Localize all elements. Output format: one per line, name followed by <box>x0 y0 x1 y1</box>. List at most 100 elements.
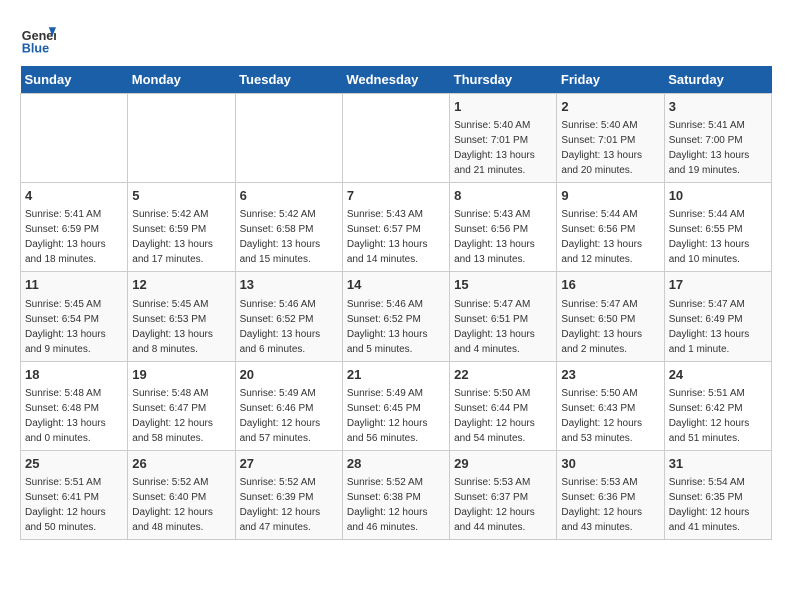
day-number: 21 <box>347 366 445 384</box>
day-number: 4 <box>25 187 123 205</box>
calendar-cell: 24 Sunrise: 5:51 AMSunset: 6:42 PMDayligh… <box>664 361 771 450</box>
day-number: 27 <box>240 455 338 473</box>
day-number: 5 <box>132 187 230 205</box>
calendar-cell: 31 Sunrise: 5:54 AMSunset: 6:35 PMDayligh… <box>664 450 771 539</box>
day-number: 23 <box>561 366 659 384</box>
calendar-cell: 15 Sunrise: 5:47 AMSunset: 6:51 PMDayligh… <box>450 272 557 361</box>
calendar-cell: 5 Sunrise: 5:42 AMSunset: 6:59 PMDaylight… <box>128 183 235 272</box>
day-info: Sunrise: 5:48 AMSunset: 6:47 PMDaylight:… <box>132 386 230 446</box>
day-info: Sunrise: 5:43 AMSunset: 6:56 PMDaylight:… <box>454 207 552 267</box>
day-info: Sunrise: 5:52 AMSunset: 6:40 PMDaylight:… <box>132 475 230 535</box>
calendar-cell <box>128 94 235 183</box>
day-info: Sunrise: 5:51 AMSunset: 6:42 PMDaylight:… <box>669 386 767 446</box>
day-number: 15 <box>454 276 552 294</box>
day-info: Sunrise: 5:49 AMSunset: 6:46 PMDaylight:… <box>240 386 338 446</box>
day-info: Sunrise: 5:45 AMSunset: 6:53 PMDaylight:… <box>132 297 230 357</box>
day-number: 8 <box>454 187 552 205</box>
day-number: 3 <box>669 98 767 116</box>
day-number: 22 <box>454 366 552 384</box>
day-number: 31 <box>669 455 767 473</box>
day-number: 28 <box>347 455 445 473</box>
logo-icon: General Blue <box>20 20 56 56</box>
calendar-cell: 6 Sunrise: 5:42 AMSunset: 6:58 PMDaylight… <box>235 183 342 272</box>
day-info: Sunrise: 5:47 AMSunset: 6:49 PMDaylight:… <box>669 297 767 357</box>
day-number: 11 <box>25 276 123 294</box>
day-info: Sunrise: 5:47 AMSunset: 6:51 PMDaylight:… <box>454 297 552 357</box>
day-info: Sunrise: 5:40 AMSunset: 7:01 PMDaylight:… <box>454 118 552 178</box>
calendar-cell: 9 Sunrise: 5:44 AMSunset: 6:56 PMDaylight… <box>557 183 664 272</box>
calendar-cell: 1 Sunrise: 5:40 AMSunset: 7:01 PMDaylight… <box>450 94 557 183</box>
calendar-cell: 12 Sunrise: 5:45 AMSunset: 6:53 PMDayligh… <box>128 272 235 361</box>
calendar-cell: 11 Sunrise: 5:45 AMSunset: 6:54 PMDayligh… <box>21 272 128 361</box>
day-number: 12 <box>132 276 230 294</box>
day-info: Sunrise: 5:45 AMSunset: 6:54 PMDaylight:… <box>25 297 123 357</box>
day-number: 24 <box>669 366 767 384</box>
day-info: Sunrise: 5:49 AMSunset: 6:45 PMDaylight:… <box>347 386 445 446</box>
day-info: Sunrise: 5:46 AMSunset: 6:52 PMDaylight:… <box>347 297 445 357</box>
calendar-cell: 4 Sunrise: 5:41 AMSunset: 6:59 PMDaylight… <box>21 183 128 272</box>
calendar-cell: 22 Sunrise: 5:50 AMSunset: 6:44 PMDayligh… <box>450 361 557 450</box>
calendar-cell: 3 Sunrise: 5:41 AMSunset: 7:00 PMDaylight… <box>664 94 771 183</box>
day-number: 13 <box>240 276 338 294</box>
day-number: 29 <box>454 455 552 473</box>
day-info: Sunrise: 5:44 AMSunset: 6:56 PMDaylight:… <box>561 207 659 267</box>
calendar-cell: 18Sunrise: 5:48 AMSunset: 6:48 PMDayligh… <box>21 361 128 450</box>
col-header-saturday: Saturday <box>664 66 771 94</box>
day-number: 6 <box>240 187 338 205</box>
svg-text:Blue: Blue <box>22 41 49 55</box>
day-info: Sunrise: 5:53 AMSunset: 6:37 PMDaylight:… <box>454 475 552 535</box>
day-number: 30 <box>561 455 659 473</box>
calendar-week-row: 25 Sunrise: 5:51 AMSunset: 6:41 PMDayligh… <box>21 450 772 539</box>
calendar-cell: 23 Sunrise: 5:50 AMSunset: 6:43 PMDayligh… <box>557 361 664 450</box>
day-number: 17 <box>669 276 767 294</box>
calendar-cell: 8 Sunrise: 5:43 AMSunset: 6:56 PMDaylight… <box>450 183 557 272</box>
calendar-cell: 7Sunrise: 5:43 AMSunset: 6:57 PMDaylight… <box>342 183 449 272</box>
calendar-cell: 21 Sunrise: 5:49 AMSunset: 6:45 PMDayligh… <box>342 361 449 450</box>
day-info: Sunrise: 5:52 AMSunset: 6:38 PMDaylight:… <box>347 475 445 535</box>
calendar-cell: 30 Sunrise: 5:53 AMSunset: 6:36 PMDayligh… <box>557 450 664 539</box>
calendar-cell: 29 Sunrise: 5:53 AMSunset: 6:37 PMDayligh… <box>450 450 557 539</box>
day-number: 25 <box>25 455 123 473</box>
calendar-week-row: 4 Sunrise: 5:41 AMSunset: 6:59 PMDaylight… <box>21 183 772 272</box>
day-info: Sunrise: 5:50 AMSunset: 6:43 PMDaylight:… <box>561 386 659 446</box>
calendar-week-row: 18Sunrise: 5:48 AMSunset: 6:48 PMDayligh… <box>21 361 772 450</box>
calendar-cell: 13 Sunrise: 5:46 AMSunset: 6:52 PMDayligh… <box>235 272 342 361</box>
day-info: Sunrise: 5:46 AMSunset: 6:52 PMDaylight:… <box>240 297 338 357</box>
day-info: Sunrise: 5:51 AMSunset: 6:41 PMDaylight:… <box>25 475 123 535</box>
col-header-friday: Friday <box>557 66 664 94</box>
logo: General Blue <box>20 20 56 56</box>
calendar-cell: 14Sunrise: 5:46 AMSunset: 6:52 PMDayligh… <box>342 272 449 361</box>
calendar-week-row: 11 Sunrise: 5:45 AMSunset: 6:54 PMDayligh… <box>21 272 772 361</box>
col-header-wednesday: Wednesday <box>342 66 449 94</box>
calendar-week-row: 1 Sunrise: 5:40 AMSunset: 7:01 PMDaylight… <box>21 94 772 183</box>
day-number: 2 <box>561 98 659 116</box>
day-number: 7 <box>347 187 445 205</box>
col-header-sunday: Sunday <box>21 66 128 94</box>
calendar-cell: 25 Sunrise: 5:51 AMSunset: 6:41 PMDayligh… <box>21 450 128 539</box>
day-info: Sunrise: 5:41 AMSunset: 7:00 PMDaylight:… <box>669 118 767 178</box>
calendar-cell: 28 Sunrise: 5:52 AMSunset: 6:38 PMDayligh… <box>342 450 449 539</box>
calendar-cell: 10Sunrise: 5:44 AMSunset: 6:55 PMDayligh… <box>664 183 771 272</box>
col-header-monday: Monday <box>128 66 235 94</box>
page-header: General Blue <box>20 20 772 56</box>
day-info: Sunrise: 5:52 AMSunset: 6:39 PMDaylight:… <box>240 475 338 535</box>
day-info: Sunrise: 5:53 AMSunset: 6:36 PMDaylight:… <box>561 475 659 535</box>
calendar-table: SundayMondayTuesdayWednesdayThursdayFrid… <box>20 66 772 540</box>
calendar-cell: 19Sunrise: 5:48 AMSunset: 6:47 PMDayligh… <box>128 361 235 450</box>
day-info: Sunrise: 5:54 AMSunset: 6:35 PMDaylight:… <box>669 475 767 535</box>
day-number: 9 <box>561 187 659 205</box>
day-info: Sunrise: 5:44 AMSunset: 6:55 PMDaylight:… <box>669 207 767 267</box>
calendar-cell <box>21 94 128 183</box>
day-number: 1 <box>454 98 552 116</box>
calendar-cell: 26Sunrise: 5:52 AMSunset: 6:40 PMDayligh… <box>128 450 235 539</box>
day-number: 16 <box>561 276 659 294</box>
calendar-cell: 17 Sunrise: 5:47 AMSunset: 6:49 PMDayligh… <box>664 272 771 361</box>
day-info: Sunrise: 5:42 AMSunset: 6:58 PMDaylight:… <box>240 207 338 267</box>
day-info: Sunrise: 5:41 AMSunset: 6:59 PMDaylight:… <box>25 207 123 267</box>
day-info: Sunrise: 5:40 AMSunset: 7:01 PMDaylight:… <box>561 118 659 178</box>
day-info: Sunrise: 5:47 AMSunset: 6:50 PMDaylight:… <box>561 297 659 357</box>
day-info: Sunrise: 5:48 AMSunset: 6:48 PMDaylight:… <box>25 386 123 446</box>
calendar-cell: 20Sunrise: 5:49 AMSunset: 6:46 PMDayligh… <box>235 361 342 450</box>
day-info: Sunrise: 5:42 AMSunset: 6:59 PMDaylight:… <box>132 207 230 267</box>
day-info: Sunrise: 5:50 AMSunset: 6:44 PMDaylight:… <box>454 386 552 446</box>
